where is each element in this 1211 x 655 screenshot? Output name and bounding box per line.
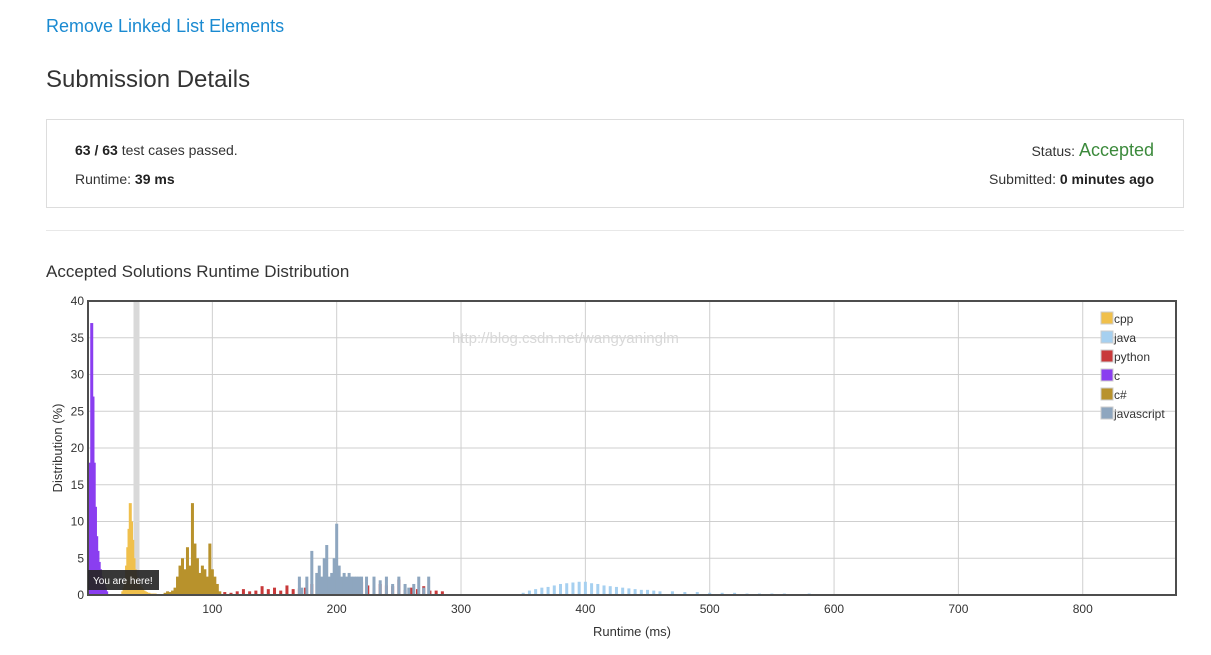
- bar-java: [577, 581, 581, 595]
- legend-item-csharp[interactable]: c#: [1100, 387, 1127, 402]
- runtime-summary: Runtime: 39 ms: [75, 171, 175, 187]
- legend-swatch: [1100, 406, 1114, 420]
- y-tick-label: 5: [77, 551, 84, 565]
- x-tick-label: 700: [948, 602, 968, 616]
- bar-java: [571, 582, 575, 595]
- legend-swatch: [1100, 387, 1114, 401]
- submitted-summary: Submitted: 0 minutes ago: [989, 171, 1154, 187]
- bar-python: [285, 585, 289, 595]
- legend-swatch: [1100, 330, 1114, 344]
- x-tick-label: 800: [1073, 602, 1093, 616]
- bar-javascript: [384, 576, 388, 595]
- y-tick-label: 25: [71, 404, 85, 418]
- submitted-label: Submitted:: [989, 171, 1060, 187]
- watermark: http://blog.csdn.net/wangyaninglm: [452, 330, 679, 347]
- x-tick-label: 200: [327, 602, 347, 616]
- bar-java: [602, 585, 606, 595]
- bar-javascript: [417, 576, 421, 595]
- chart-title: Accepted Solutions Runtime Distribution: [46, 262, 350, 281]
- you-are-here-tooltip: You are here!: [88, 570, 159, 590]
- you-are-here-band: [133, 301, 140, 595]
- section-divider: [46, 230, 1184, 231]
- bar-javascript: [310, 550, 314, 595]
- problem-title-link[interactable]: Remove Linked List Elements: [46, 16, 284, 37]
- bar-java: [608, 586, 612, 595]
- tooltip-text: You are here!: [93, 576, 153, 587]
- bar-java: [614, 586, 618, 595]
- x-tick-label: 600: [824, 602, 844, 616]
- legend-item-cpp[interactable]: cpp: [1100, 311, 1134, 326]
- legend-label: c: [1114, 369, 1120, 383]
- legend-swatch: [1100, 349, 1114, 363]
- x-tick-label: 500: [700, 602, 720, 616]
- x-tick-label: 100: [202, 602, 222, 616]
- chart-bars: [87, 323, 1134, 595]
- status-label: Status:: [1031, 143, 1079, 159]
- legend-label: javascript: [1113, 407, 1165, 421]
- bar-java: [590, 583, 594, 595]
- legend-label: java: [1113, 331, 1136, 345]
- bar-java: [552, 585, 556, 595]
- legend-item-javascript[interactable]: javascript: [1100, 406, 1165, 421]
- y-tick-label: 20: [71, 441, 85, 455]
- submission-details-panel: 63 / 63 test cases passed. Runtime: 39 m…: [46, 119, 1184, 208]
- bar-javascript: [427, 576, 431, 595]
- legend-label: python: [1114, 350, 1150, 364]
- bar-java: [596, 583, 600, 595]
- legend-swatch: [1100, 368, 1114, 382]
- bar-javascript: [391, 583, 395, 595]
- bar-java: [540, 587, 544, 595]
- test-cases-summary: 63 / 63 test cases passed.: [75, 142, 238, 158]
- legend-label: c#: [1114, 388, 1127, 402]
- status-badge: Accepted: [1078, 140, 1154, 160]
- x-tick-label: 300: [451, 602, 471, 616]
- y-tick-label: 15: [71, 478, 85, 492]
- y-tick-label: 40: [71, 294, 85, 308]
- test-cases-count: 63 / 63: [75, 142, 118, 158]
- legend-item-python[interactable]: python: [1100, 349, 1150, 364]
- page-title: Submission Details: [46, 66, 251, 93]
- bar-java: [546, 586, 550, 595]
- legend-swatch: [1100, 311, 1114, 325]
- bar-javascript: [407, 587, 411, 595]
- test-cases-label: test cases passed.: [117, 142, 238, 158]
- bar-python: [260, 586, 264, 595]
- bar-javascript: [397, 576, 401, 595]
- bar-javascript: [378, 580, 382, 595]
- runtime-distribution-chart: http://blog.csdn.net/wangyaninglm 0 5 10 15…: [50, 294, 1177, 639]
- bar-java: [621, 587, 625, 595]
- y-axis-label: Distribution (%): [50, 404, 65, 493]
- bar-javascript: [300, 587, 304, 595]
- y-tick-label: 30: [71, 368, 85, 382]
- bar-javascript: [305, 576, 309, 595]
- runtime-label: Runtime:: [75, 171, 135, 187]
- bar-java: [565, 583, 569, 595]
- bar-javascript: [412, 583, 416, 595]
- bar-java: [559, 583, 563, 595]
- submitted-value: 0 minutes ago: [1059, 171, 1154, 187]
- status-summary: Status: Accepted: [1031, 140, 1154, 161]
- bar-javascript: [360, 576, 364, 595]
- bar-javascript: [422, 587, 426, 595]
- bar-java: [583, 581, 587, 595]
- x-axis-label: Runtime (ms): [593, 624, 671, 639]
- y-tick-label: 35: [71, 331, 85, 345]
- runtime-value: 39 ms: [134, 171, 175, 187]
- bar-javascript: [365, 576, 369, 595]
- bar-javascript: [403, 583, 407, 595]
- legend-label: cpp: [1114, 312, 1134, 326]
- bar-python: [273, 587, 277, 595]
- chart-legend[interactable]: cpp java python c c# javascript: [1100, 311, 1165, 421]
- y-tick-label: 0: [77, 588, 84, 602]
- x-tick-label: 400: [575, 602, 595, 616]
- bar-javascript: [372, 576, 376, 595]
- legend-item-c[interactable]: c: [1100, 368, 1120, 383]
- y-tick-label: 10: [71, 515, 85, 529]
- legend-item-java[interactable]: java: [1100, 330, 1136, 345]
